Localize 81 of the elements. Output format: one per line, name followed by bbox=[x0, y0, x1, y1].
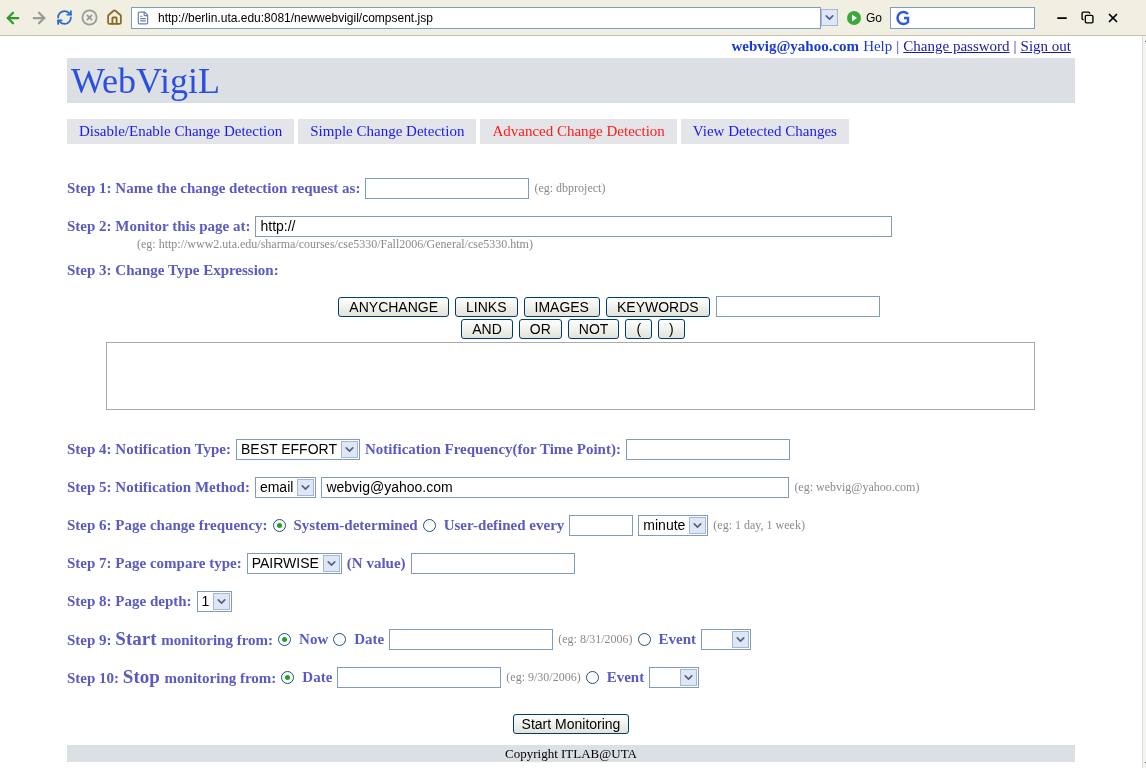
radio-button[interactable] bbox=[272, 518, 286, 532]
refresh-icon[interactable] bbox=[56, 9, 73, 26]
restore-icon[interactable] bbox=[1081, 11, 1094, 24]
text-field[interactable]: webvig@yahoo.com bbox=[321, 476, 790, 498]
site-title: WebVigiL bbox=[71, 62, 220, 99]
field-label: Step 8: Page depth: bbox=[67, 591, 192, 611]
text-field[interactable] bbox=[365, 177, 530, 199]
separator: | bbox=[1013, 36, 1017, 56]
page-icon bbox=[136, 10, 150, 25]
field-label: (N value) bbox=[346, 553, 406, 573]
dropdown-select[interactable] bbox=[701, 628, 752, 650]
field-label: Step 4: Notification Type: bbox=[67, 439, 232, 459]
operator-button[interactable]: ) bbox=[658, 319, 685, 339]
operator-button[interactable]: KEYWORDS bbox=[605, 296, 710, 317]
radio-label: Now bbox=[299, 629, 329, 649]
field-label: Step 3: Change Type Expression: bbox=[67, 260, 279, 280]
start-monitoring-button[interactable]: Start Monitoring bbox=[512, 714, 630, 734]
hint-text: (eg: webvig@yahoo.com) bbox=[794, 479, 920, 496]
radio-button[interactable] bbox=[422, 518, 436, 532]
field-label: Notification Frequency(for Time Point): bbox=[365, 439, 621, 459]
expression-textarea[interactable] bbox=[106, 342, 1035, 410]
address-dropdown-icon[interactable] bbox=[821, 9, 838, 26]
radio-label: Event bbox=[606, 667, 645, 687]
text-field[interactable] bbox=[569, 514, 634, 536]
help-link[interactable]: Help bbox=[863, 34, 893, 58]
stop-icon[interactable] bbox=[81, 9, 98, 26]
radio-button[interactable] bbox=[585, 670, 599, 684]
search-field[interactable] bbox=[890, 6, 1035, 29]
home-icon[interactable] bbox=[106, 9, 123, 26]
dropdown-select[interactable]: email bbox=[254, 476, 317, 498]
operator-button[interactable]: NOT bbox=[567, 319, 620, 339]
field-label: Step 10: Stop monitoring from: bbox=[67, 664, 277, 689]
radio-label: System-determined bbox=[293, 515, 418, 535]
hint-text: (eg: http://www2.uta.edu/sharma/courses/cse5330/Fall2006/General/cse5330.htm) bbox=[137, 236, 534, 253]
copyright-text: Copyright ITLAB@UTA bbox=[505, 744, 637, 763]
hint-text: (eg: 8/31/2006) bbox=[558, 631, 633, 648]
nav-tab[interactable]: Simple Change Detection bbox=[298, 119, 477, 144]
user-email: webvig@yahoo.com bbox=[731, 36, 860, 56]
radio-button[interactable] bbox=[278, 632, 292, 646]
radio-label: Date bbox=[354, 629, 385, 649]
field-label: Step 6: Page change frequency: bbox=[67, 515, 268, 535]
field-label: Step 5: Notification Method: bbox=[67, 477, 250, 497]
operator-button[interactable]: ANYCHANGE bbox=[338, 296, 450, 317]
nav-tab[interactable]: View Detected Changes bbox=[680, 119, 849, 144]
operator-button[interactable]: IMAGES bbox=[523, 296, 600, 317]
radio-label: Event bbox=[658, 629, 697, 649]
address-text: http://berlin.uta.edu:8081/newwebvigil/compsent.jsp bbox=[158, 9, 433, 27]
field-label: Step 7: Page compare type: bbox=[67, 553, 242, 573]
header-link[interactable]: Change password bbox=[903, 34, 1010, 58]
separator: | bbox=[896, 36, 900, 56]
operator-button[interactable]: ( bbox=[625, 319, 653, 339]
search-engine-icon bbox=[895, 9, 911, 26]
operator-button[interactable]: OR bbox=[518, 319, 562, 339]
hint-text: (eg: dbproject) bbox=[534, 180, 606, 197]
address-bar[interactable]: http://berlin.uta.edu:8081/newwebvigil/compsent.jsp bbox=[131, 6, 821, 29]
dropdown-select[interactable]: PAIRWISE bbox=[246, 552, 342, 574]
dropdown-select[interactable]: 1 bbox=[196, 590, 233, 612]
radio-label: User-defined every bbox=[443, 515, 565, 535]
hint-text: (eg: 9/30/2006) bbox=[506, 669, 581, 686]
field-label: Step 2: Monitor this page at: bbox=[67, 216, 251, 236]
text-field[interactable] bbox=[410, 552, 575, 574]
field-label: Step 9: Start monitoring from: bbox=[67, 626, 274, 651]
text-field[interactable]: http:// bbox=[255, 215, 893, 237]
text-field[interactable] bbox=[337, 666, 502, 688]
dropdown-select[interactable]: minute bbox=[638, 514, 709, 536]
radio-button[interactable] bbox=[637, 632, 651, 646]
hint-text: (eg: 1 day, 1 week) bbox=[713, 517, 805, 534]
dropdown-select[interactable] bbox=[649, 666, 700, 688]
text-field[interactable] bbox=[625, 438, 790, 460]
operator-button[interactable]: LINKS bbox=[455, 296, 518, 317]
keyword-field[interactable] bbox=[715, 296, 880, 317]
radio-button[interactable] bbox=[281, 670, 295, 684]
go-button[interactable]: Go bbox=[846, 8, 882, 27]
operator-button[interactable]: AND bbox=[461, 319, 513, 339]
text-field[interactable] bbox=[389, 628, 554, 650]
header-link[interactable]: Sign out bbox=[1020, 34, 1071, 58]
radio-button[interactable] bbox=[333, 632, 347, 646]
field-label: Step 1: Name the change detection request as: bbox=[67, 178, 361, 198]
nav-tab[interactable]: Disable/Enable Change Detection bbox=[67, 119, 295, 144]
dropdown-select[interactable]: BEST EFFORT bbox=[236, 438, 360, 460]
radio-label: Date bbox=[302, 667, 333, 687]
